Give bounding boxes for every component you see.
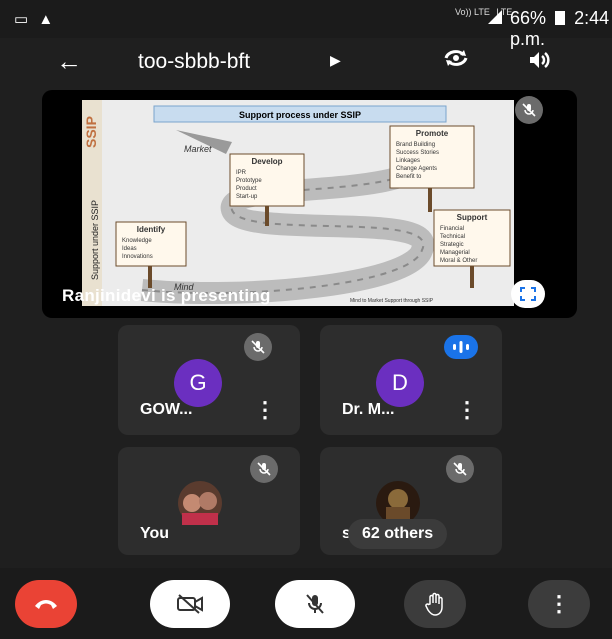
svg-text:Promote: Promote — [416, 129, 449, 138]
others-tile[interactable]: s 62 others — [320, 447, 502, 555]
svg-text:Ideas: Ideas — [122, 246, 137, 252]
participant-tile[interactable]: G GOW... ⋮ — [118, 325, 300, 435]
raise-hand-button[interactable] — [404, 580, 466, 628]
slide-brand: SSIP — [83, 116, 99, 148]
end-call-button[interactable] — [15, 580, 77, 628]
signal-icon — [488, 10, 502, 24]
svg-text:Linkages: Linkages — [396, 158, 420, 164]
participant-tile[interactable]: You — [118, 447, 300, 555]
cast-icon: ▭ — [14, 11, 29, 28]
more-options-icon[interactable]: ⋮ — [456, 397, 478, 423]
slide-market-label: Market — [184, 144, 212, 154]
participant-name: You — [140, 525, 170, 542]
svg-text:Success Stories: Success Stories — [396, 150, 439, 156]
participant-tile[interactable]: D Dr. M... ⋮ — [320, 325, 502, 435]
more-options-icon[interactable]: ⋮ — [254, 397, 276, 423]
svg-text:IPR: IPR — [236, 170, 247, 176]
presenter-label: Ranjinidevi is presenting — [62, 286, 271, 305]
svg-text:Benefit to: Benefit to — [396, 174, 422, 180]
status-bar: ▭ ▲ Vo)) LTE LTE 66% 2:44 p.m. — [0, 0, 612, 49]
fullscreen-button[interactable] — [511, 280, 545, 308]
mic-off-icon — [244, 333, 272, 361]
mic-toggle-button[interactable] — [275, 580, 355, 628]
mic-off-icon — [446, 455, 474, 483]
svg-text:Prototype: Prototype — [236, 178, 262, 184]
svg-text:Knowledge: Knowledge — [122, 238, 152, 244]
shared-slide: SSIP Support process under SSIP Support … — [82, 100, 514, 306]
battery-percent: 66% — [510, 8, 547, 28]
speaker-icon[interactable] — [524, 46, 552, 74]
svg-text:Product: Product — [236, 186, 257, 192]
svg-text:Support: Support — [457, 213, 488, 222]
slide-side-text: Support under SSIP — [90, 200, 100, 280]
others-count-badge[interactable]: 62 others — [348, 519, 448, 549]
meeting-header: ← too-sbbb-bft ▶ — [0, 38, 612, 86]
avatar: G — [174, 359, 222, 407]
presentation-tile[interactable]: SSIP Support process under SSIP Support … — [42, 90, 577, 318]
more-options-button[interactable]: ⋮ — [528, 580, 590, 628]
fullscreen-icon — [520, 287, 536, 301]
camera-toggle-button[interactable] — [150, 580, 230, 628]
status-left-icons: ▭ ▲ — [14, 10, 53, 28]
back-arrow-icon[interactable]: ← — [56, 46, 82, 77]
chevron-right-icon[interactable]: ▶ — [330, 52, 341, 69]
slide-title: Support process under SSIP — [239, 110, 361, 120]
meeting-code[interactable]: too-sbbb-bft — [138, 50, 250, 74]
switch-camera-icon[interactable] — [442, 44, 470, 72]
svg-text:Strategic: Strategic — [440, 242, 464, 248]
svg-text:Start-up: Start-up — [236, 194, 258, 200]
svg-text:Managerial: Managerial — [440, 250, 470, 256]
more-vert-icon: ⋮ — [548, 591, 570, 616]
warning-icon: ▲ — [38, 11, 54, 28]
hand-icon — [425, 592, 443, 616]
svg-text:Moral & Other: Moral & Other — [440, 258, 477, 264]
hang-up-icon — [35, 600, 57, 609]
network-labels: Vo)) LTE LTE — [455, 8, 512, 17]
svg-text:Financial: Financial — [440, 226, 464, 232]
slide-footer: Mind to Market Support through SSIP — [350, 298, 434, 304]
svg-text:Change Agents: Change Agents — [396, 166, 437, 172]
svg-text:Identify: Identify — [137, 225, 166, 234]
avatar-photo — [178, 481, 222, 525]
avatar: D — [376, 359, 424, 407]
svg-text:Innovations: Innovations — [122, 254, 153, 260]
participant-name: GOW... — [140, 401, 193, 418]
svg-text:Technical: Technical — [440, 234, 465, 240]
participant-name: Dr. M... — [342, 401, 395, 418]
volte-label: Vo)) LTE — [455, 7, 490, 17]
video-off-icon — [177, 594, 203, 614]
svg-text:Brand Building: Brand Building — [396, 142, 435, 148]
call-controls: ⋮ — [0, 568, 612, 639]
mic-off-icon — [250, 455, 278, 483]
svg-text:Develop: Develop — [251, 157, 282, 166]
battery-icon — [555, 11, 566, 25]
presentation-mic-off-icon — [515, 96, 543, 124]
mic-off-icon — [306, 594, 324, 614]
speaking-indicator-icon — [444, 335, 478, 359]
